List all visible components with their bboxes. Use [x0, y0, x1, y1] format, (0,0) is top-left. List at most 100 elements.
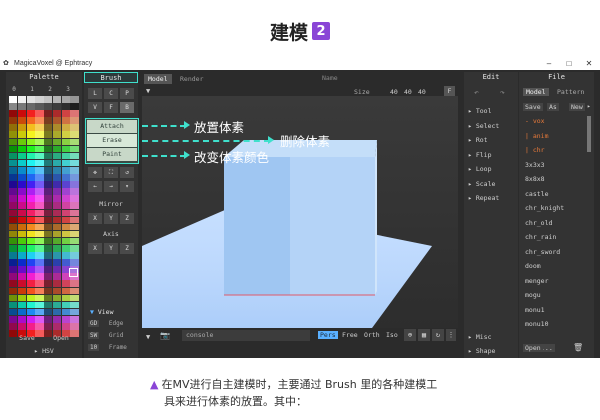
palette-swatch[interactable] — [70, 259, 79, 266]
palette-swatch[interactable] — [52, 159, 61, 167]
palette-swatch[interactable] — [52, 103, 61, 110]
palette-swatch[interactable] — [44, 124, 53, 131]
palette-swatch[interactable] — [17, 103, 26, 110]
file-new-button[interactable]: New — [569, 103, 585, 111]
palette-swatch[interactable] — [17, 124, 26, 131]
edit-item-shape[interactable]: ▸ Shape — [468, 346, 495, 356]
palette-swatch[interactable] — [17, 230, 26, 238]
palette-swatch[interactable] — [17, 174, 26, 181]
palette-swatch[interactable] — [52, 181, 61, 188]
palette-swatch[interactable] — [70, 252, 79, 259]
palette-swatch[interactable] — [70, 230, 79, 238]
settings-icon[interactable]: ⋮ — [446, 329, 456, 341]
palette-swatch[interactable] — [70, 124, 79, 131]
palette-swatch[interactable] — [26, 96, 35, 103]
palette-swatch[interactable] — [44, 209, 53, 217]
palette-swatch[interactable] — [35, 230, 44, 238]
view-row-frame[interactable]: 10 Frame — [88, 344, 127, 351]
palette-swatch[interactable] — [26, 237, 35, 245]
palette-swatch[interactable] — [35, 202, 44, 209]
palette-page-1[interactable]: 1 — [28, 86, 36, 93]
palette-swatch[interactable] — [17, 138, 26, 146]
palette-swatch[interactable] — [17, 202, 26, 209]
palette-swatch[interactable] — [9, 188, 18, 195]
palette-swatch[interactable] — [61, 124, 70, 131]
palette-swatch[interactable] — [9, 259, 18, 266]
palette-swatch[interactable] — [26, 159, 35, 167]
palette-swatch[interactable] — [17, 216, 26, 224]
file-list-item[interactable]: | chr — [525, 145, 545, 155]
palette-swatch[interactable] — [9, 145, 18, 153]
minimize-icon[interactable]: – — [540, 58, 558, 70]
brush-type-v[interactable]: V — [88, 102, 102, 113]
palette-swatch[interactable] — [17, 280, 26, 288]
palette-swatch[interactable] — [9, 117, 18, 124]
palette-swatch[interactable] — [52, 252, 61, 259]
palette-swatch[interactable] — [44, 252, 53, 259]
palette-swatch[interactable] — [9, 315, 18, 323]
fit-button[interactable]: F — [444, 86, 455, 96]
palette-swatch[interactable] — [70, 223, 79, 231]
palette-swatch[interactable] — [26, 188, 35, 195]
file-open-button[interactable]: Open — [523, 344, 543, 352]
palette-swatch[interactable] — [26, 131, 35, 139]
palette-swatch[interactable] — [35, 110, 44, 117]
palette-swatch[interactable] — [9, 216, 18, 224]
file-more-icon[interactable]: ▸ — [587, 103, 591, 110]
file-list-item[interactable]: chr_sword — [525, 247, 560, 257]
palette-swatch[interactable] — [17, 131, 26, 139]
palette-swatch[interactable] — [26, 174, 35, 181]
axis-z-button[interactable]: Z — [120, 243, 134, 254]
palette-swatch[interactable] — [44, 96, 53, 103]
palette-swatch[interactable] — [70, 244, 79, 252]
palette-swatch[interactable] — [52, 96, 61, 103]
palette-swatch[interactable] — [26, 117, 35, 124]
camera-iso[interactable]: Iso — [386, 331, 398, 339]
palette-swatch[interactable] — [35, 159, 44, 167]
palette-swatch[interactable] — [17, 294, 26, 302]
palette-swatch[interactable] — [61, 145, 70, 153]
palette-swatch[interactable] — [61, 138, 70, 146]
palette-swatch[interactable] — [17, 96, 26, 103]
palette-swatch[interactable] — [17, 308, 26, 316]
palette-swatch[interactable] — [70, 209, 79, 217]
palette-swatch[interactable] — [26, 308, 35, 316]
camera-orth[interactable]: Orth — [364, 331, 380, 339]
palette-swatch[interactable] — [61, 237, 70, 245]
palette-swatch[interactable] — [70, 280, 79, 288]
tab-render[interactable]: Render — [176, 74, 207, 84]
palette-swatch[interactable] — [61, 223, 70, 231]
palette-swatch[interactable] — [35, 244, 44, 252]
brush-type-f[interactable]: F — [104, 102, 118, 113]
palette-swatch[interactable] — [17, 117, 26, 124]
palette-swatch[interactable] — [44, 174, 53, 181]
palette-swatch[interactable] — [70, 131, 79, 139]
file-list-item[interactable]: chr_rain — [525, 232, 556, 242]
palette-swatch[interactable] — [44, 188, 53, 195]
palette-swatch[interactable] — [70, 166, 79, 174]
palette-swatch[interactable] — [44, 294, 53, 302]
palette-swatch[interactable] — [35, 237, 44, 245]
palette-swatch[interactable] — [35, 174, 44, 181]
palette-swatch[interactable] — [52, 266, 61, 273]
palette-swatch[interactable] — [26, 152, 35, 160]
palette-swatch[interactable] — [9, 202, 18, 209]
reset-view-icon[interactable]: ↻ — [432, 329, 444, 341]
palette-swatch[interactable] — [26, 216, 35, 224]
undo-icon[interactable]: ↶ — [474, 88, 479, 97]
palette-swatch[interactable] — [9, 273, 18, 280]
file-list-item[interactable]: 8x8x8 — [525, 174, 545, 184]
palette-swatch[interactable] — [9, 181, 18, 188]
palette-swatch[interactable] — [26, 230, 35, 238]
palette-swatch[interactable] — [44, 280, 53, 288]
palette-swatch[interactable] — [17, 152, 26, 160]
view-section-header[interactable]: ▼ View — [90, 308, 113, 316]
palette-swatch[interactable] — [52, 315, 61, 323]
palette-swatch[interactable] — [35, 315, 44, 323]
palette-swatch[interactable] — [9, 131, 18, 139]
palette-swatch[interactable] — [9, 96, 18, 103]
palette-swatch[interactable] — [9, 159, 18, 167]
palette-swatch[interactable] — [17, 273, 26, 280]
file-list-item[interactable]: mogu — [525, 290, 541, 300]
axis-y-button[interactable]: Y — [104, 243, 118, 254]
